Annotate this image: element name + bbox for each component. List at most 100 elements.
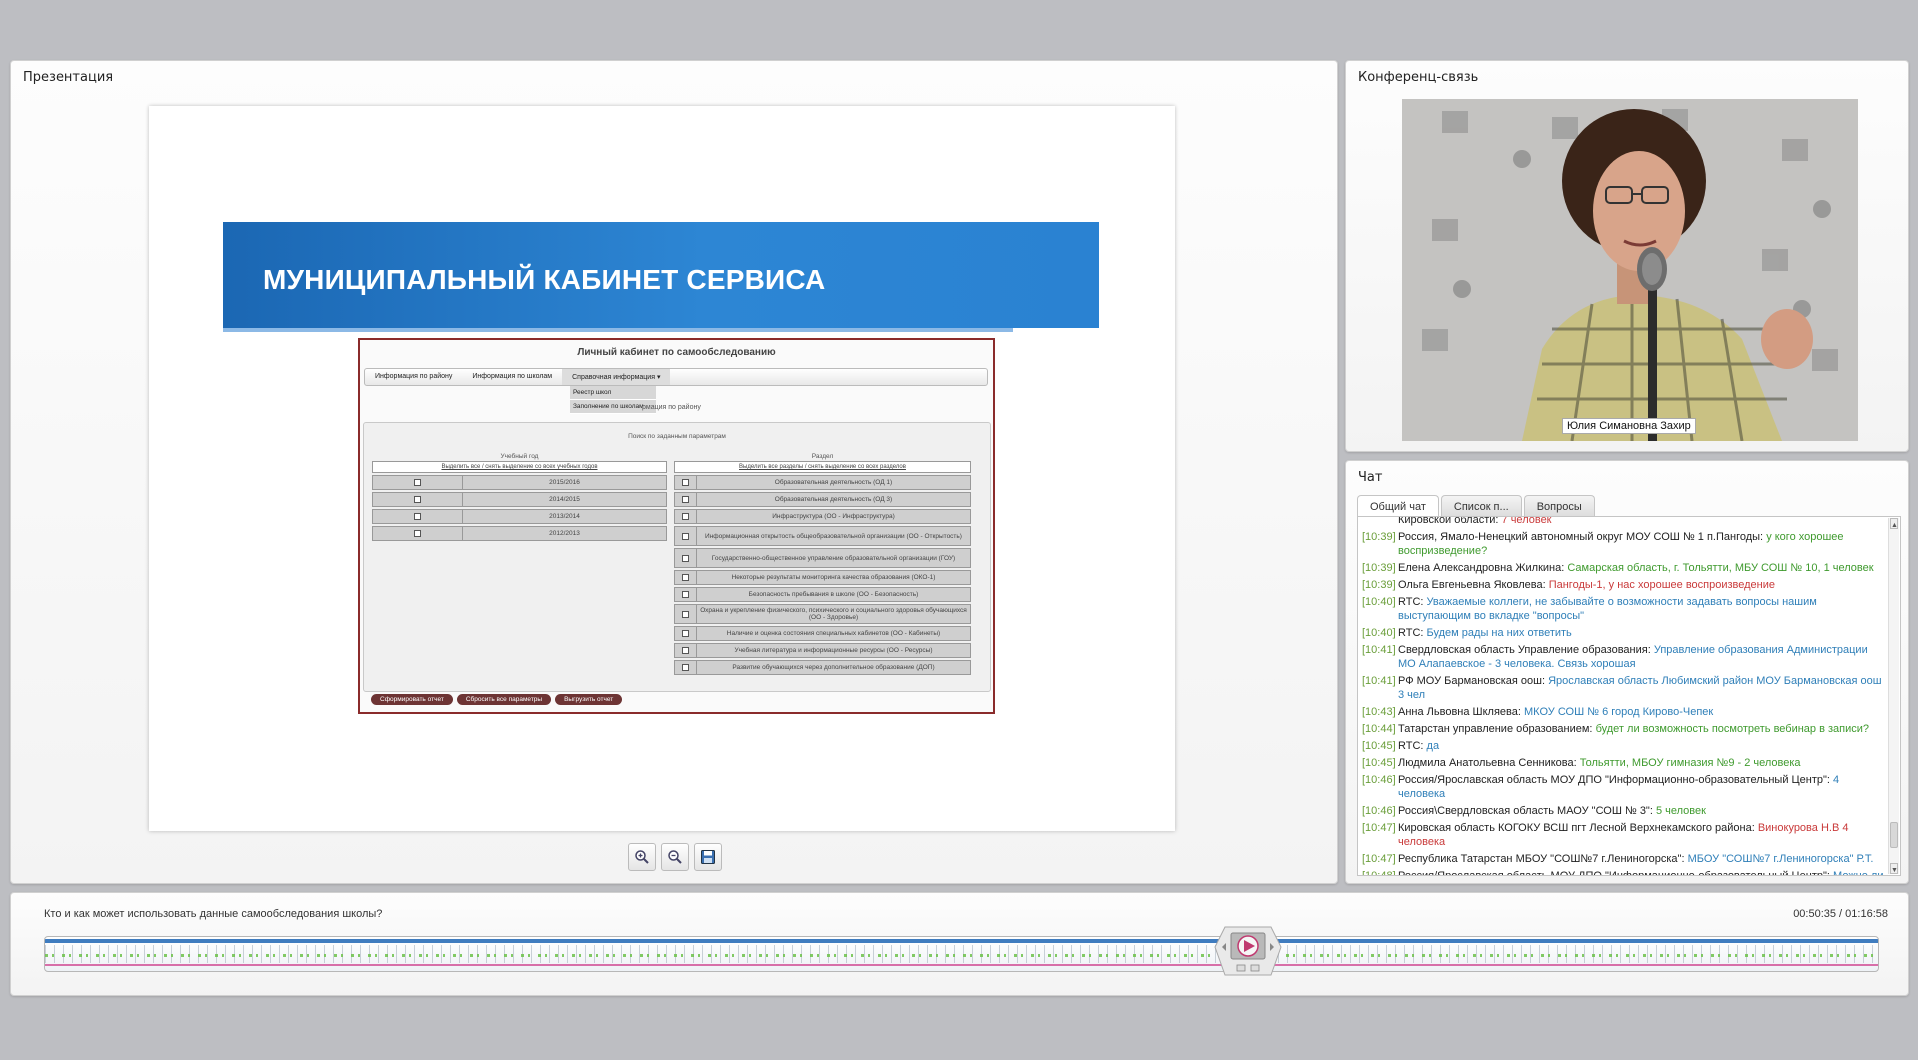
chat-message-author: RTC:: [1398, 740, 1424, 752]
chat-message-content: Кировской области: 7 человек: [1398, 516, 1886, 527]
section-row: Безопасность пребывания в школе (ОО - Бе…: [674, 587, 971, 602]
chat-message: [10:39] Елена Александровна Жилкина: Сама…: [1362, 561, 1886, 575]
chat-message: [10:39] Ольга Евгеньевна Яковлева: Пангод…: [1362, 578, 1886, 592]
play-icon: [1214, 926, 1282, 976]
chat-messages-area[interactable]: Кировской области: 7 человек [10:39] Росси…: [1357, 516, 1901, 876]
chat-message-time: [10:39]: [1362, 562, 1396, 574]
section-row: Образовательная деятельность (ОД 1): [674, 475, 971, 490]
chat-message-content: Россия, Ямало-Ненецкий автономный округ …: [1398, 530, 1886, 558]
checkbox: [682, 647, 689, 654]
chat-message-time: [10:43]: [1362, 706, 1396, 718]
section-row: Наличие и оценка состояния специальных к…: [674, 626, 971, 641]
chat-message-text: Тольятти, МБОУ гимназия №9 - 2 человека: [1579, 757, 1801, 769]
zoom-in-icon: [635, 850, 649, 864]
chat-message-content: RTC: Уважаемые коллеги, не забывайте о в…: [1398, 595, 1886, 623]
chat-message-time: [10:44]: [1362, 723, 1396, 735]
chat-message-text: Самарская область, г. Тольятти, МБУ СОШ …: [1567, 562, 1874, 574]
checkbox: [682, 479, 689, 486]
chat-message-content: RTC: да: [1398, 739, 1886, 753]
timeline-track[interactable]: [44, 936, 1879, 972]
checkbox: [414, 513, 421, 520]
timeline-panel: Кто и как может использовать данные само…: [10, 892, 1909, 996]
video-title: Конференц-связь: [1358, 70, 1479, 85]
playback-time: 00:50:35 / 01:16:58: [1793, 908, 1888, 920]
chat-message-author: Республика Татарстан МБОУ "СОШ№7 г.Ленин…: [1398, 853, 1685, 865]
chat-message-author: Россия/Ярославская область МОУ ДПО "Инфо…: [1398, 870, 1830, 876]
screenshot-title: Личный кабинет по самообследованию: [577, 347, 776, 358]
speaker-video-image: [1402, 99, 1858, 441]
screenshot-menu-item: Информация по району: [375, 373, 453, 380]
checkbox: [682, 513, 689, 520]
chat-message-content: Россия\Свердловская область МАОУ "СОШ № …: [1398, 804, 1886, 818]
chat-scrollbar[interactable]: ▲ ▼: [1888, 518, 1899, 874]
chat-message: [10:46] Россия\Свердловская область МАОУ …: [1362, 804, 1886, 818]
chat-title: Чат: [1358, 470, 1383, 485]
chat-message-text: Уважаемые коллеги, не забывайте о возмож…: [1398, 596, 1817, 622]
chat-message-content: Ольга Евгеньевна Яковлева: Пангоды-1, у …: [1398, 578, 1886, 592]
screenshot-buttons: Сформировать отчет Сбросить все параметр…: [371, 694, 623, 705]
speaker-name-label: Юлия Симановна Захир: [1562, 418, 1696, 434]
chat-message-content: Свердловская область Управление образова…: [1398, 643, 1886, 671]
chat-message-author: Татарстан управление образованием:: [1398, 723, 1593, 735]
section-row: Образовательная деятельность (ОД 3): [674, 492, 971, 507]
save-button[interactable]: [694, 843, 722, 871]
chat-message-author: Людмила Анатольевна Сенникова:: [1398, 757, 1577, 769]
chat-message-time: [10:45]: [1362, 757, 1396, 769]
scroll-up-icon[interactable]: ▲: [1890, 518, 1898, 529]
chat-message-text: да: [1426, 740, 1440, 752]
scroll-thumb[interactable]: [1890, 822, 1898, 848]
save-icon: [701, 850, 715, 864]
chat-message-time: [10:46]: [1362, 805, 1396, 817]
chat-message-text: 7 человек: [1501, 516, 1552, 526]
screenshot-menu-item: Информация по школам: [472, 373, 553, 380]
chat-message-author: RTC:: [1398, 596, 1424, 608]
timeline-progress-line: [45, 964, 1878, 966]
scroll-down-icon[interactable]: ▼: [1890, 863, 1898, 874]
checkbox: [682, 574, 689, 581]
slide-banner-text: МУНИЦИПАЛЬНЫЙ КАБИНЕТ СЕРВИСА: [263, 264, 826, 295]
chat-message-time: [10:46]: [1362, 774, 1396, 786]
zoom-in-button[interactable]: [628, 843, 656, 871]
chat-message-time: [10:40]: [1362, 596, 1396, 608]
timeline-chat-markers: [45, 954, 1878, 957]
section-row: Учебная литература и информационные ресу…: [674, 643, 971, 658]
tab-general-chat[interactable]: Общий чат: [1357, 495, 1439, 517]
years-select-all: Выделить все / снять выделение со всех у…: [372, 461, 667, 473]
chat-message-time: [10:48]: [1362, 870, 1396, 876]
chat-message-content: RTC: Будем рады на них ответить: [1398, 626, 1886, 640]
video-stream[interactable]: Юлия Симановна Захир: [1402, 99, 1858, 441]
sections-header: Раздел: [811, 453, 834, 460]
chat-message: Кировской области: 7 человек: [1362, 516, 1886, 527]
presentation-title: Презентация: [23, 70, 114, 85]
chat-message-content: Елена Александровна Жилкина: Самарская о…: [1398, 561, 1886, 575]
chat-message: [10:47] Республика Татарстан МБОУ "СОШ№7 …: [1362, 852, 1886, 866]
chat-message-time: [1362, 517, 1398, 527]
screenshot-button: Сбросить все параметры: [456, 694, 552, 705]
chat-message-content: Людмила Анатольевна Сенникова: Тольятти,…: [1398, 756, 1886, 770]
chat-message-text: МКОУ СОШ № 6 город Кирово-Чепек: [1524, 706, 1714, 718]
chat-message: [10:41] Свердловская область Управление о…: [1362, 643, 1886, 671]
chat-message-author: РФ МОУ Бармановская оош:: [1398, 675, 1546, 687]
zoom-out-icon: [668, 850, 682, 864]
tab-questions[interactable]: Вопросы: [1523, 495, 1595, 517]
chat-message-time: [10:47]: [1362, 853, 1396, 865]
video-panel: Конференц-связь Юлия Симановна Захир: [1345, 60, 1909, 452]
year-row: 2013/2014: [372, 509, 667, 524]
chat-message-time: [10:40]: [1362, 627, 1396, 639]
chat-message-text: Пангоды-1, у нас хорошее воспроизведение: [1548, 579, 1776, 591]
chat-message: [10:39] Россия, Ямало-Ненецкий автономный…: [1362, 530, 1886, 558]
chat-message-time: [10:45]: [1362, 740, 1396, 752]
screenshot-menu-item: Справочная информация ▾: [562, 369, 671, 385]
section-row: Инфраструктура (ОО - Инфраструктура): [674, 509, 971, 524]
slide: МУНИЦИПАЛЬНЫЙ КАБИНЕТ СЕРВИСА Личный каб…: [149, 106, 1175, 831]
tab-participants[interactable]: Список п...: [1440, 495, 1522, 517]
playback-scrubber[interactable]: [1213, 925, 1283, 981]
zoom-out-button[interactable]: [661, 843, 689, 871]
chat-message: [10:41] РФ МОУ Бармановская оош: Ярославс…: [1362, 674, 1886, 702]
year-row: 2015/2016: [372, 475, 667, 490]
current-question: Кто и как может использовать данные само…: [44, 908, 383, 920]
chat-message-time: [10:39]: [1362, 531, 1396, 543]
chat-message-time: [10:41]: [1362, 675, 1396, 687]
chat-message: [10:46] Россия/Ярославская область МОУ ДП…: [1362, 773, 1886, 801]
section-row: Охрана и укрепление физического, психиче…: [674, 604, 971, 624]
